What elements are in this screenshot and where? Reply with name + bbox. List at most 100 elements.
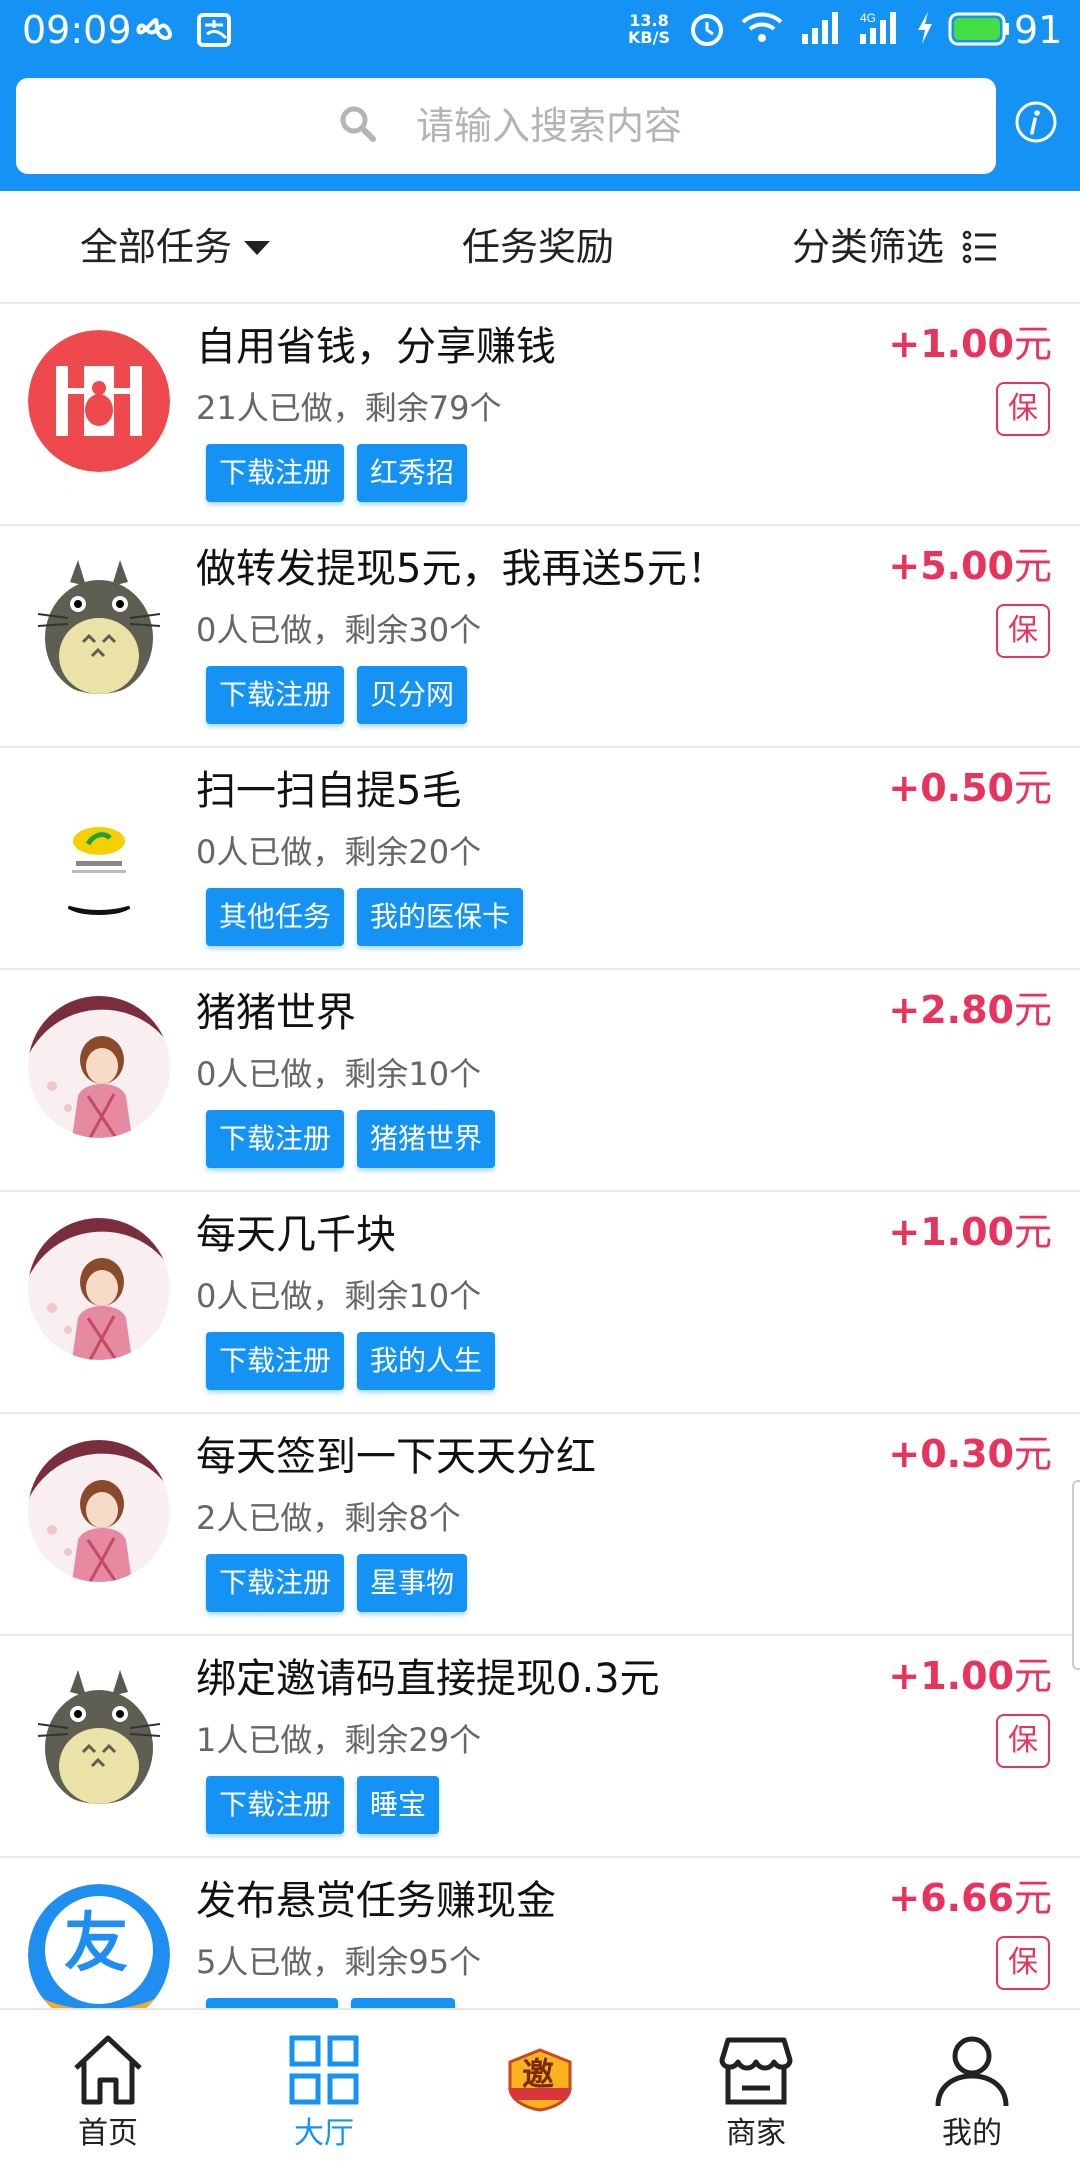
nav-invite[interactable]: 邀 [432, 2010, 648, 2162]
task-tag[interactable]: 下载注册 [206, 1110, 345, 1168]
search-icon [340, 106, 376, 142]
scrollbar[interactable] [1072, 1480, 1080, 1670]
task-progress: 0人已做，剩余10个 [196, 1277, 482, 1315]
task-progress: 0人已做，剩余20个 [196, 833, 482, 871]
battery-level: 91 [1014, 8, 1063, 52]
tab-category-filter[interactable]: 分类筛选 [792, 221, 996, 273]
task-item[interactable]: 友 发布悬赏任务赚现金 5人已做，剩余95个 +6.66元 保 [0, 1858, 1080, 2008]
task-tag[interactable] [206, 1998, 338, 2008]
task-tag[interactable]: 下载注册 [206, 666, 345, 724]
task-tag[interactable]: 我的医保卡 [357, 888, 524, 946]
battery-icon [948, 12, 1009, 46]
nav-merchant-label: 商家 [726, 2116, 786, 2151]
reward-amount: +1.00 [888, 1210, 1014, 1254]
nav-home-label: 首页 [78, 2116, 138, 2151]
task-item[interactable]: 每天签到一下天天分红 2人已做，剩余8个 下载注册 星事物 +0.30元 [0, 1414, 1080, 1636]
status-time: 09:09 [22, 8, 132, 52]
nav-mine-label: 我的 [942, 2116, 1002, 2151]
task-tag[interactable]: 星事物 [357, 1554, 468, 1612]
reward-amount: +0.30 [888, 1432, 1014, 1476]
task-tag[interactable]: 猪猪世界 [357, 1110, 496, 1168]
status-bar: 09:09 13.8 KB/S 4G 91 [0, 0, 1080, 60]
infinity-icon [136, 18, 172, 40]
search-bar[interactable]: 请输入搜索内容 [16, 78, 996, 174]
qq-music-logo [28, 774, 170, 916]
user-icon [935, 2036, 1009, 2107]
task-tags: 下载注册 我的人生 [206, 1332, 508, 1390]
bottom-navigation: 首页 大厅 邀 商家 我的 [0, 2008, 1080, 2160]
task-title: 每天几千块 [196, 1212, 396, 1258]
nav-hall-label: 大厅 [294, 2116, 354, 2151]
task-tag[interactable]: 下载注册 [206, 1554, 345, 1612]
task-item[interactable]: 做转发提现5元，我再送5元！ 0人已做，剩余30个 下载注册 贝分网 +5.00… [0, 526, 1080, 748]
totoro-avatar [28, 1662, 170, 1804]
search-placeholder: 请输入搜索内容 [416, 104, 683, 148]
wifi-icon [741, 12, 783, 42]
net-speed: 13.8 KB/S [628, 12, 670, 46]
nav-home[interactable]: 首页 [0, 2010, 216, 2162]
reward-unit: 元 [1013, 322, 1052, 366]
task-tag[interactable]: 我的人生 [357, 1332, 496, 1390]
task-tag[interactable]: 下载注册 [206, 1332, 345, 1390]
guarantee-badge: 保 [996, 382, 1050, 436]
shop-icon [719, 2037, 793, 2105]
anime-girl-avatar [28, 996, 170, 1138]
nav-hall[interactable]: 大厅 [216, 2010, 432, 2162]
task-tag[interactable]: 红秀招 [357, 444, 468, 502]
task-progress: 2人已做，剩余8个 [196, 1499, 461, 1537]
task-tags: 下载注册 猪猪世界 [206, 1110, 508, 1168]
filter-tabs: 全部任务 任务奖励 分类筛选 [0, 191, 1080, 304]
invite-badge-text: 邀 [522, 2055, 555, 2093]
grid-icon [289, 2035, 359, 2105]
task-tags: 下载注册 贝分网 [206, 666, 480, 724]
task-tags: 下载注册 星事物 [206, 1554, 480, 1612]
task-tag[interactable]: 其他任务 [206, 888, 345, 946]
task-item[interactable]: 绑定邀请码直接提现0.3元 1人已做，剩余29个 下载注册 睡宝 +1.00元 … [0, 1636, 1080, 1858]
reward-amount: +2.80 [888, 988, 1014, 1032]
task-item[interactable]: 扫一扫自提5毛 0人已做，剩余20个 其他任务 我的医保卡 +0.50元 [0, 748, 1080, 970]
anime-girl-avatar [28, 1440, 170, 1582]
reward-unit: 元 [1013, 988, 1052, 1032]
svg-text:4G: 4G [860, 11, 876, 25]
task-tag[interactable]: 贝分网 [357, 666, 468, 724]
net-speed-unit: KB/S [628, 28, 670, 47]
reward-unit: 元 [1013, 544, 1052, 588]
task-tags: 其他任务 我的医保卡 [206, 888, 536, 946]
app-header: 09:09 13.8 KB/S 4G 91 请输入搜索内容 [0, 0, 1080, 191]
tab-all-tasks-label: 全部任务 [80, 225, 233, 269]
reward-unit: 元 [1013, 766, 1052, 810]
signal-4g-icon: 4G [860, 11, 896, 44]
alipay-icon [197, 13, 231, 47]
reward-unit: 元 [1013, 1210, 1052, 1254]
task-item[interactable]: 每天几千块 0人已做，剩余10个 下载注册 我的人生 +1.00元 [0, 1192, 1080, 1414]
task-progress: 5人已做，剩余95个 [196, 1943, 482, 1981]
info-icon[interactable] [1014, 100, 1058, 144]
reward-unit: 元 [1013, 1432, 1052, 1476]
task-title: 每天签到一下天天分红 [196, 1434, 596, 1480]
task-item[interactable]: 猪猪世界 0人已做，剩余10个 下载注册 猪猪世界 +2.80元 [0, 970, 1080, 1192]
task-tag[interactable]: 下载注册 [206, 1776, 345, 1834]
home-icon [74, 2035, 142, 2105]
task-title: 自用省钱，分享赚钱 [196, 324, 556, 370]
task-tag[interactable]: 睡宝 [357, 1776, 440, 1834]
reward-amount: +0.50 [888, 766, 1014, 810]
hongxiu-logo [28, 330, 170, 472]
nav-merchant[interactable]: 商家 [648, 2010, 864, 2162]
task-list[interactable]: 自用省钱，分享赚钱 21人已做，剩余79个 下载注册 红秀招 +1.00元 保 … [0, 304, 1080, 2008]
task-tag[interactable] [351, 1998, 455, 2008]
task-reward: +1.00元 [888, 1648, 1052, 1704]
totoro-avatar [28, 552, 170, 694]
task-reward: +5.00元 [888, 538, 1052, 594]
guarantee-badge: 保 [996, 604, 1050, 658]
nav-mine[interactable]: 我的 [864, 2010, 1080, 2162]
guarantee-badge: 保 [996, 1714, 1050, 1768]
reward-amount: +1.00 [888, 322, 1014, 366]
task-item[interactable]: 自用省钱，分享赚钱 21人已做，剩余79个 下载注册 红秀招 +1.00元 保 [0, 304, 1080, 526]
task-tag[interactable]: 下载注册 [206, 444, 345, 502]
tab-task-reward[interactable]: 任务奖励 [462, 221, 614, 273]
tab-all-tasks[interactable]: 全部任务 [80, 221, 270, 273]
task-tags: 下载注册 睡宝 [206, 1776, 452, 1834]
task-title: 做转发提现5元，我再送5元！ [196, 546, 727, 592]
you-logo-text: 友 [64, 1907, 128, 1981]
anime-girl-avatar [28, 1218, 170, 1360]
